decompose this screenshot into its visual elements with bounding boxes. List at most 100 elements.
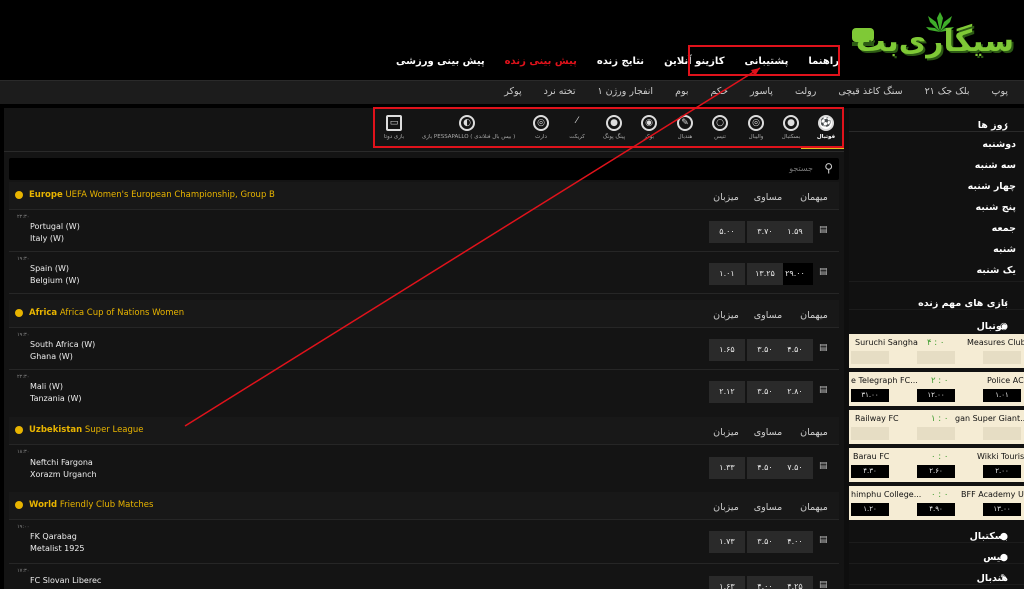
casino-item[interactable]: پوپ xyxy=(992,86,1009,97)
sidebar-sport-tennis[interactable]: ● تنیس xyxy=(849,544,1024,564)
live-odd xyxy=(917,427,955,440)
nav-support[interactable]: پشتیبانی xyxy=(745,56,789,72)
odd-away[interactable]: ۱.۳۳ xyxy=(709,457,745,479)
day-item[interactable]: جمعه xyxy=(849,218,1024,240)
baseball-icon: ◐ xyxy=(459,115,475,131)
live-odd xyxy=(851,427,889,440)
odd-draw[interactable]: ۴.۵۰ xyxy=(747,457,783,479)
day-item[interactable]: چهار شنبه xyxy=(849,176,1024,198)
stats-icon[interactable]: ▤ xyxy=(819,343,828,353)
casino-item[interactable]: رولت xyxy=(795,86,816,97)
team2: Ghana (W) xyxy=(30,352,73,361)
stats-icon[interactable]: ▤ xyxy=(819,385,828,395)
match-time: ۱۸:۳۰ xyxy=(17,449,30,455)
casino-item[interactable]: بوم xyxy=(675,86,688,97)
live-match[interactable]: Suruchi Sangha ۴ : ۰ Measures Club xyxy=(849,334,1024,368)
live-odd[interactable]: ۲.۶۰ xyxy=(917,465,955,478)
team1: FC Slovan Liberec xyxy=(30,576,102,585)
stats-icon[interactable]: ▤ xyxy=(819,225,828,235)
day-item[interactable]: شنبه xyxy=(849,239,1024,261)
nav-help[interactable]: راهنما xyxy=(808,56,839,72)
basketball-icon: ● xyxy=(783,115,799,131)
nav-live-betting[interactable]: پیش بینی زنده xyxy=(505,56,577,72)
match-time: ۱۹:۳۰ xyxy=(17,256,30,262)
casino-item[interactable]: حکم xyxy=(711,86,728,97)
live-odd[interactable]: ۱.۲۰ xyxy=(851,503,889,516)
stats-icon[interactable]: ▤ xyxy=(819,461,828,471)
live-odd[interactable]: ۴.۹۰ xyxy=(917,503,955,516)
live-odd[interactable]: ۱۳.۰۰ xyxy=(983,503,1021,516)
sidebar-sport-handball[interactable]: ✎ هندبال xyxy=(849,565,1024,585)
day-item[interactable]: سه شنبه xyxy=(849,155,1024,177)
odd-away[interactable]: ۲.۱۲ xyxy=(709,381,745,403)
nav-live-results[interactable]: نتایج زنده xyxy=(597,56,644,72)
nav-online-casino[interactable]: کازینو آنلاین xyxy=(664,56,724,72)
live-home: Measures Club xyxy=(967,338,1024,347)
casino-item[interactable]: بلک جک ۲۱ xyxy=(925,86,970,97)
live-match[interactable]: himphu College... ۰ : ۰ BFF Academy U19 … xyxy=(849,486,1024,520)
nav-sports-betting[interactable]: پیش بینی ورزشی xyxy=(396,56,485,72)
live-match[interactable]: e Telegraph FC... ۲ : ۰ Police AC ۱.۰۱ ۱… xyxy=(849,372,1024,406)
casino-item[interactable]: انفجار ورژن ۱ xyxy=(597,86,653,97)
live-header[interactable]: ‹ بازی های مهم زنده xyxy=(849,288,1024,310)
odd-away[interactable]: ۱.۰۱ xyxy=(709,263,745,285)
sports-tab-bar: ⚽ فوتبال ● بسکتبال ◎ والیبال ○ تنیس ✎ هندبال … xyxy=(4,108,844,152)
monitor-icon: ▭ xyxy=(386,115,402,131)
odd-draw[interactable]: ۳.۵۰ xyxy=(747,381,783,403)
casino-item[interactable]: سنگ کاغذ قیچی xyxy=(838,86,902,97)
odd-away[interactable]: ۱.۷۳ xyxy=(709,531,745,553)
col-draw: مساوی xyxy=(753,427,783,438)
odd-away[interactable]: ۵.۰۰ xyxy=(709,221,745,243)
col-home: میهمان xyxy=(800,192,828,203)
live-home: Wikki Tourist xyxy=(977,452,1024,461)
col-away: میزبان xyxy=(713,502,739,513)
league-name: Super League xyxy=(84,425,144,435)
odd-away[interactable]: ۱.۶۳ xyxy=(709,576,745,589)
day-item[interactable]: دوشنبه xyxy=(849,134,1024,156)
casino-item[interactable]: تخته نرد xyxy=(544,86,576,97)
match-time: ۱۹:۰۰ xyxy=(17,524,30,530)
odd-draw[interactable]: ۱۳.۲۵ xyxy=(747,263,783,285)
match-row: ۲۲:۳۰ Mali (W) Tanzania (W) ۲.۸۰ ۳.۵۰ ۲.… xyxy=(9,370,839,418)
match-row: ۱۹:۳۰ South Africa (W) Ghana (W) ۴.۵۰ ۳.… xyxy=(9,328,839,370)
team1: Portugal (W) xyxy=(30,222,80,231)
live-odd[interactable]: ۴.۳۰ xyxy=(851,465,889,478)
stats-icon[interactable]: ▤ xyxy=(819,535,828,545)
soccer-ball-icon xyxy=(15,426,23,434)
stats-icon[interactable]: ▤ xyxy=(819,267,828,277)
sidebar-sport-basketball[interactable]: ● بسکتبال xyxy=(849,523,1024,543)
casino-item[interactable]: پوکر xyxy=(504,86,521,97)
days-header[interactable]: ‹ روز ها xyxy=(849,110,1024,132)
search-bar[interactable]: جستجو ⚲ xyxy=(9,158,839,180)
tab-pessapallo[interactable]: ◐ بازی PESSAPALLO ( بیس بال فنلاندی ) xyxy=(422,115,515,140)
stats-icon[interactable]: ▤ xyxy=(819,580,828,589)
live-odd[interactable]: ۱۲.۰۰ xyxy=(917,389,955,402)
live-odd[interactable]: ۱.۰۱ xyxy=(983,389,1021,402)
day-item[interactable]: پنج شنبه xyxy=(849,197,1024,219)
site-logo[interactable]: سیگاری‌بت xyxy=(842,10,1020,70)
live-home: Police AC xyxy=(987,376,1024,385)
tab-darts[interactable]: ◎ دارت xyxy=(516,115,566,140)
day-item[interactable]: یک شنبه xyxy=(849,260,1024,282)
odd-draw[interactable]: ۳.۷۰ xyxy=(747,221,783,243)
casino-item[interactable]: پاسور xyxy=(750,86,773,97)
live-match[interactable]: Railway FC ۱ : ۰ gan Super Giant... xyxy=(849,410,1024,444)
live-odd[interactable]: ۲.۰۰ xyxy=(983,465,1021,478)
match-row: ۱۹:۳۰ Spain (W) Belgium (W) ۲۹.۰۰ ۱۳.۲۵ … xyxy=(9,252,839,294)
match-row: ۲۲:۳۰ Portugal (W) Italy (W) ۱.۵۹ ۳.۷۰ ۵… xyxy=(9,210,839,252)
live-score: ۱ : ۰ xyxy=(931,414,949,424)
live-odd[interactable]: ۳۱.۰۰ xyxy=(851,389,889,402)
volleyball-icon: ◎ xyxy=(748,115,764,131)
search-icon[interactable]: ⚲ xyxy=(824,161,833,175)
tab-dota[interactable]: ▭ بازی دوتا xyxy=(369,115,419,140)
live-match[interactable]: Barau FC ۰ : ۰ Wikki Tourist ۲.۰۰ ۲.۶۰ ۴… xyxy=(849,448,1024,482)
odd-draw[interactable]: ۳.۵۰ xyxy=(747,339,783,361)
soccer-ball-icon: ⚽ xyxy=(818,115,834,131)
odd-draw[interactable]: ۴.۰۰ xyxy=(747,576,783,589)
live-sport-header: ◉ فوتبال xyxy=(849,312,1024,332)
odd-away[interactable]: ۱.۶۵ xyxy=(709,339,745,361)
odd-draw[interactable]: ۳.۵۰ xyxy=(747,531,783,553)
team1: South Africa (W) xyxy=(30,340,96,349)
soccer-ball-icon xyxy=(15,501,23,509)
league-name: Friendly Club Matches xyxy=(59,500,154,510)
